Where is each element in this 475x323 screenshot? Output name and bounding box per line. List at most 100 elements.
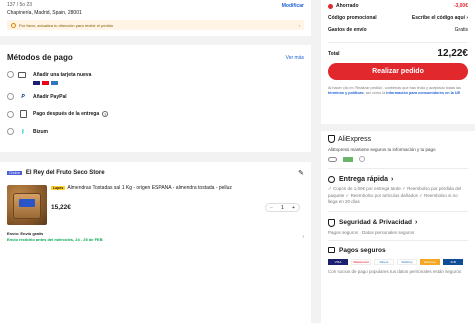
total-label: Total bbox=[328, 50, 340, 57]
payment-method-delivery[interactable]: Pago después de la entrega ? bbox=[7, 110, 304, 118]
promo-row[interactable]: Código promocional Escribe el código aqu… bbox=[328, 15, 468, 21]
divider bbox=[328, 239, 468, 241]
trust-badges bbox=[328, 156, 468, 162]
address-notice-text: Por favor, actualiza tu dirección para r… bbox=[19, 22, 114, 28]
promo-input-link[interactable]: Escribe el código aquí › bbox=[412, 15, 468, 21]
saved-row: Ahorrado -3,00€ bbox=[328, 3, 468, 9]
radio-button[interactable] bbox=[7, 128, 14, 135]
trust-tagline: AliExpress mantiene seguros tu informaci… bbox=[328, 147, 436, 152]
payment-method-label: Añadir una tarjeta nueva bbox=[33, 71, 92, 78]
discover-logo: Discover bbox=[420, 258, 440, 265]
discount-icon bbox=[328, 3, 333, 9]
bizum-icon: ᛒ bbox=[21, 128, 25, 135]
secure-payments-title: Pagos seguros bbox=[339, 246, 386, 254]
shipping-cost-row: Gastos de envío Gratis bbox=[328, 27, 468, 33]
diners-logo: Diners bbox=[374, 258, 394, 265]
delivery-pay-icon bbox=[18, 110, 28, 118]
payment-method-card[interactable]: Añadir una tarjeta nueva bbox=[7, 71, 304, 85]
safekey-logo: SafeKey bbox=[397, 258, 417, 265]
mastercard-logo bbox=[42, 81, 49, 85]
shipping-info[interactable]: Envío: Envío gratis Envío recibirlo ante… bbox=[7, 231, 304, 242]
shipping-cost-label: Gastos de envío bbox=[328, 27, 367, 33]
visa-logo bbox=[33, 81, 40, 85]
store-card: Choice El Rey del Fruto Seco Store ✎ Lop… bbox=[0, 162, 311, 323]
modify-address-link[interactable]: Modificar bbox=[282, 3, 304, 9]
qty-plus-button[interactable]: + bbox=[292, 205, 295, 211]
card-icon bbox=[18, 71, 28, 78]
payment-logos: VISA Mastercard Diners SafeKey Discover … bbox=[328, 258, 468, 265]
security-title: Seguridad & Privacidad bbox=[339, 219, 412, 226]
secure-payments-subtitle: Con socios de pago populares tus datos p… bbox=[328, 268, 462, 274]
lock-icon bbox=[328, 247, 335, 253]
divider bbox=[328, 42, 468, 43]
chevron-right-icon: › bbox=[302, 233, 304, 240]
green-badge-icon bbox=[343, 156, 353, 162]
payment-method-bizum[interactable]: ᛒ Bizum bbox=[7, 128, 304, 135]
fast-delivery-title: Entrega rápida bbox=[339, 176, 389, 183]
shipping-eta: Envío recibirlo antes del miércoles, 24 … bbox=[7, 237, 103, 242]
clock-icon bbox=[328, 176, 335, 183]
payment-methods-card: Métodos de pago Ver más Añadir una tarje… bbox=[0, 45, 311, 152]
place-order-button[interactable]: Realizar pedido bbox=[328, 63, 468, 80]
store-name[interactable]: El Rey del Fruto Seco Store bbox=[26, 170, 105, 176]
security-heading[interactable]: Seguridad & Privacidad › bbox=[328, 218, 468, 227]
divider bbox=[328, 168, 468, 169]
payment-method-label: Pago después de la entrega bbox=[33, 111, 100, 117]
fast-delivery-heading[interactable]: Entrega rápida › bbox=[328, 176, 468, 183]
radio-button[interactable] bbox=[7, 71, 14, 78]
jcb-logo: JCB bbox=[443, 258, 463, 265]
product-image[interactable] bbox=[7, 185, 47, 225]
address-card: 137 / 5o 23 Chapinería, Madrid, Spain, 2… bbox=[0, 0, 311, 36]
shipping-cost-value[interactable]: Gratis bbox=[455, 27, 468, 33]
payment-method-paypal[interactable]: P Añadir PayPal bbox=[7, 93, 304, 100]
fast-delivery-list: ✓ Cupón de 1,00€ por entrega tarde ✓ Ree… bbox=[328, 186, 462, 204]
toggle-badge-icon bbox=[328, 156, 337, 162]
shield-check-icon bbox=[328, 135, 335, 143]
aliexpress-heading: AliExpress bbox=[328, 135, 468, 143]
payment-title: Métodos de pago bbox=[7, 53, 73, 62]
choice-badge: Choice bbox=[7, 171, 22, 175]
product-label bbox=[19, 199, 35, 207]
product-price: 15,22€ bbox=[51, 204, 71, 211]
payment-method-label: Añadir PayPal bbox=[33, 93, 67, 100]
card-logos bbox=[33, 81, 304, 85]
shipping-title: Envío: Envío gratis bbox=[7, 231, 44, 236]
chevron-right-icon: › bbox=[391, 176, 394, 183]
quantity-stepper[interactable]: − 1 + bbox=[265, 203, 300, 212]
consumer-info-link[interactable]: información para consumidores en la UE bbox=[386, 91, 460, 95]
paypal-icon: P bbox=[21, 93, 25, 100]
see-more-link[interactable]: Ver más bbox=[286, 55, 304, 61]
qty-minus-button[interactable]: − bbox=[270, 205, 273, 211]
shield-icon bbox=[328, 218, 335, 227]
radio-button[interactable] bbox=[7, 110, 14, 118]
security-subtitle: Pagos seguros · Datos personales seguros bbox=[328, 229, 415, 235]
saved-value: -3,00€ bbox=[453, 3, 468, 9]
promo-value: Escribe el código aquí bbox=[411, 15, 465, 21]
legal-text-part: Al hacer clic en 'Realizar pedido', conf… bbox=[328, 86, 461, 90]
legal-text: Al hacer clic en 'Realizar pedido', conf… bbox=[328, 86, 468, 96]
radio-button[interactable] bbox=[7, 93, 14, 100]
aliexpress-brand: AliExpress bbox=[338, 135, 372, 143]
help-icon[interactable]: ? bbox=[102, 111, 109, 117]
edit-icon[interactable]: ✎ bbox=[298, 169, 304, 177]
address-notice[interactable]: Por favor, actualiza tu dirección para r… bbox=[7, 20, 304, 30]
legal-text-part: , así como la bbox=[363, 91, 386, 95]
fast-delivery-item: Cupón de 1,00€ por entrega tarde bbox=[333, 186, 401, 191]
promo-label: Código promocional bbox=[328, 15, 377, 21]
chevron-right-icon: › bbox=[298, 22, 300, 28]
visa-logo: VISA bbox=[328, 258, 348, 265]
product-title[interactable]: Almendras Tostadas sal 1 Kg - origen ESP… bbox=[67, 185, 232, 191]
payment-method-label: Bizum bbox=[33, 128, 48, 135]
chevron-right-icon: › bbox=[414, 219, 418, 226]
fast-delivery-item: Reembolso por artículos dañados bbox=[350, 192, 418, 198]
trust-card: AliExpress AliExpress mantiene seguros t… bbox=[321, 131, 475, 323]
divider bbox=[328, 210, 468, 212]
secure-payments-heading: Pagos seguros bbox=[328, 247, 468, 254]
warning-icon bbox=[11, 22, 16, 28]
terms-link[interactable]: términos y políticas bbox=[328, 91, 364, 95]
qty-value[interactable]: 1 bbox=[281, 205, 284, 211]
product-brand-badge: Lopes bbox=[51, 186, 66, 190]
amex-logo bbox=[51, 81, 58, 85]
total-row: Total 12,22€ bbox=[328, 48, 468, 59]
address-line1: 137 / 5o 23 bbox=[7, 2, 33, 8]
